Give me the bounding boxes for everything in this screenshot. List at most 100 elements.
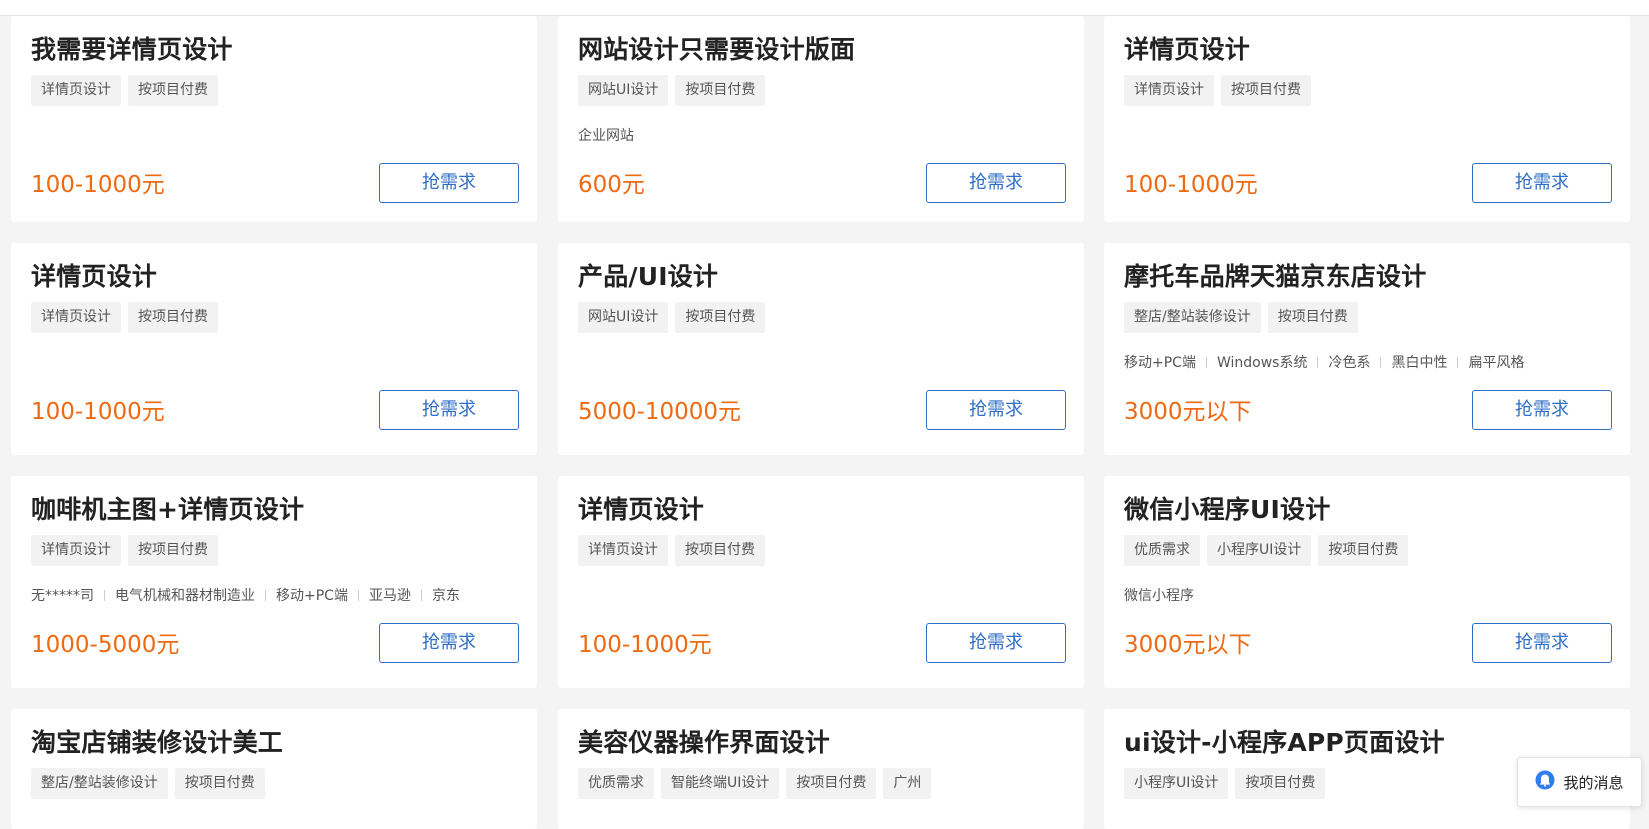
tag: 小程序UI设计 <box>1124 768 1229 799</box>
tag-list: 整店/整站装修设计 按项目付费 <box>1124 302 1358 333</box>
tag: 按项目付费 <box>675 535 765 566</box>
grab-demand-button[interactable]: 抢需求 <box>379 163 519 203</box>
info-item: 京东 <box>431 588 460 604</box>
tag: 整店/整站装修设计 <box>31 768 168 799</box>
tag-list: 详情页设计 按项目付费 <box>1124 75 1311 106</box>
card-title[interactable]: 详情页设计 <box>1124 30 1250 66</box>
demand-card[interactable]: 网站设计只需要设计版面网站UI设计 按项目付费企业网站 600元 抢需求 <box>558 16 1084 222</box>
tag: 详情页设计 <box>578 535 668 566</box>
tag-list: 详情页设计 按项目付费 <box>578 535 765 566</box>
grab-demand-button[interactable]: 抢需求 <box>926 390 1066 430</box>
my-messages-label: 我的消息 <box>1563 773 1624 792</box>
tag-list: 网站UI设计 按项目付费 <box>578 302 766 333</box>
grab-demand-button[interactable]: 抢需求 <box>1472 623 1612 663</box>
tag: 小程序UI设计 <box>1207 535 1312 566</box>
demand-card[interactable]: 详情页设计 详情页设计 按项目付费 100-1000元 抢需求 <box>1104 16 1630 222</box>
info-separator <box>1205 356 1207 368</box>
card-title[interactable]: 详情页设计 <box>578 490 704 526</box>
card-title[interactable]: 我需要详情页设计 <box>31 30 233 66</box>
tag: 详情页设计 <box>1124 75 1214 106</box>
tag: 整店/整站装修设计 <box>1124 302 1261 333</box>
tag: 按项目付费 <box>128 535 218 566</box>
tag: 按项目付费 <box>1267 302 1358 333</box>
tag: 按项目付费 <box>675 75 766 106</box>
tag: 按项目付费 <box>1221 75 1311 106</box>
card-title[interactable]: 产品/UI设计 <box>578 257 718 293</box>
card-title[interactable]: 网站设计只需要设计版面 <box>578 30 855 66</box>
tag-list: 详情页设计 按项目付费 <box>31 75 218 106</box>
grab-demand-button[interactable]: 抢需求 <box>379 390 519 430</box>
demand-card-grid: 我需要详情页设计 详情页设计 按项目付费 100-1000元 抢需求 网站设计只需要设计版… <box>0 0 1649 829</box>
chat-bubble-icon <box>1535 770 1555 794</box>
budget-price: 100-1000元 <box>578 632 712 658</box>
budget-price: 3000元以下 <box>1124 399 1252 425</box>
demand-card[interactable]: 微信小程序UI设计 优质需求 小程序UI设计 按项目付费 微信小程序 3000元以下 抢需求 <box>1104 476 1630 688</box>
demand-card[interactable]: 摩托车品牌天猫京东店设计整店/整站装修设计 按项目付费移动+PC端 Windows系… <box>1104 243 1630 455</box>
tag: 按项目付费 <box>128 75 218 106</box>
tag: 优质需求 <box>1124 535 1200 566</box>
info-separator <box>1317 356 1319 368</box>
info-item: Windows系统 <box>1216 355 1308 371</box>
demand-card[interactable]: 详情页设计 详情页设计 按项目付费 100-1000元 抢需求 <box>558 476 1084 688</box>
info-separator <box>1457 356 1459 368</box>
tag: 优质需求 <box>578 768 654 799</box>
tag: 按项目付费 <box>128 302 218 333</box>
card-title[interactable]: ui设计-小程序APP页面设计 <box>1124 723 1445 759</box>
tag: 智能终端UI设计 <box>661 768 780 799</box>
card-title[interactable]: 美容仪器操作界面设计 <box>578 723 830 759</box>
budget-price: 100-1000元 <box>1124 172 1258 198</box>
info-item: 无*****司 <box>31 588 94 604</box>
my-messages-button[interactable]: 我的消息 <box>1517 757 1642 807</box>
info-separator <box>357 589 359 601</box>
card-title[interactable]: 淘宝店铺装修设计美工 <box>31 723 283 759</box>
grab-demand-button[interactable]: 抢需求 <box>926 163 1066 203</box>
budget-price: 600元 <box>578 172 645 198</box>
budget-price: 1000-5000元 <box>31 632 180 658</box>
tag-list: 小程序UI设计 按项目付费 <box>1124 768 1326 799</box>
card-title[interactable]: 摩托车品牌天猫京东店设计 <box>1124 257 1426 293</box>
tag: 按项目付费 <box>1235 768 1326 799</box>
tag-list: 网站UI设计 按项目付费 <box>578 75 766 106</box>
detail-info: 无*****司 电气机械和器材制造业 移动+PC端 亚马逊 京东 <box>31 585 460 605</box>
info-separator <box>420 589 422 601</box>
budget-price: 100-1000元 <box>31 172 165 198</box>
info-item: 微信小程序 <box>1124 588 1194 604</box>
detail-info: 企业网站 <box>578 125 634 145</box>
info-item: 黑白中性 <box>1391 355 1448 371</box>
demand-card[interactable]: 详情页设计 详情页设计 按项目付费 100-1000元 抢需求 <box>11 243 537 455</box>
tag: 按项目付费 <box>675 302 766 333</box>
info-item: 移动+PC端 <box>1124 355 1196 371</box>
card-title[interactable]: 咖啡机主图+详情页设计 <box>31 490 304 526</box>
tag: 按项目付费 <box>1318 535 1409 566</box>
grab-demand-button[interactable]: 抢需求 <box>1472 390 1612 430</box>
tag: 广州 <box>883 768 932 799</box>
grab-demand-button[interactable]: 抢需求 <box>926 623 1066 663</box>
grab-demand-button[interactable]: 抢需求 <box>379 623 519 663</box>
info-item: 亚马逊 <box>368 588 411 604</box>
tag-list: 详情页设计 按项目付费 <box>31 535 218 566</box>
tag-list: 优质需求 小程序UI设计 按项目付费 <box>1124 535 1409 566</box>
budget-price: 100-1000元 <box>31 399 165 425</box>
card-title[interactable]: 微信小程序UI设计 <box>1124 490 1330 526</box>
info-item: 电气机械和器材制造业 <box>115 588 255 604</box>
info-item: 移动+PC端 <box>276 588 348 604</box>
tag-list: 优质需求 智能终端UI设计 按项目付费 广州 <box>578 768 932 799</box>
tag: 按项目付费 <box>786 768 877 799</box>
info-separator <box>265 589 266 601</box>
demand-card[interactable]: 产品/UI设计网站UI设计 按项目付费 5000-10000元 抢需求 <box>558 243 1084 455</box>
tag: 按项目付费 <box>174 768 265 799</box>
detail-info: 微信小程序 <box>1124 585 1194 605</box>
demand-card[interactable]: 我需要详情页设计详情页设计 按项目付费 100-1000元 抢需求 <box>11 16 537 222</box>
info-item: 企业网站 <box>578 128 634 144</box>
demand-card[interactable]: 淘宝店铺装修设计美工整店/整站装修设计 按项目付费 <box>11 709 537 829</box>
tag: 网站UI设计 <box>578 302 669 333</box>
budget-price: 5000-10000元 <box>578 399 741 425</box>
grab-demand-button[interactable]: 抢需求 <box>1472 163 1612 203</box>
tag: 网站UI设计 <box>578 75 669 106</box>
info-separator <box>104 589 105 601</box>
demand-card[interactable]: 咖啡机主图+详情页设计详情页设计 按项目付费无*****司 电气机械和器材制造业 移动… <box>11 476 537 688</box>
info-item: 扁平风格 <box>1468 355 1525 371</box>
card-title[interactable]: 详情页设计 <box>31 257 157 293</box>
demand-card[interactable]: 美容仪器操作界面设计优质需求 智能终端UI设计 按项目付费 广州 <box>558 709 1084 829</box>
tag-list: 整店/整站装修设计 按项目付费 <box>31 768 265 799</box>
